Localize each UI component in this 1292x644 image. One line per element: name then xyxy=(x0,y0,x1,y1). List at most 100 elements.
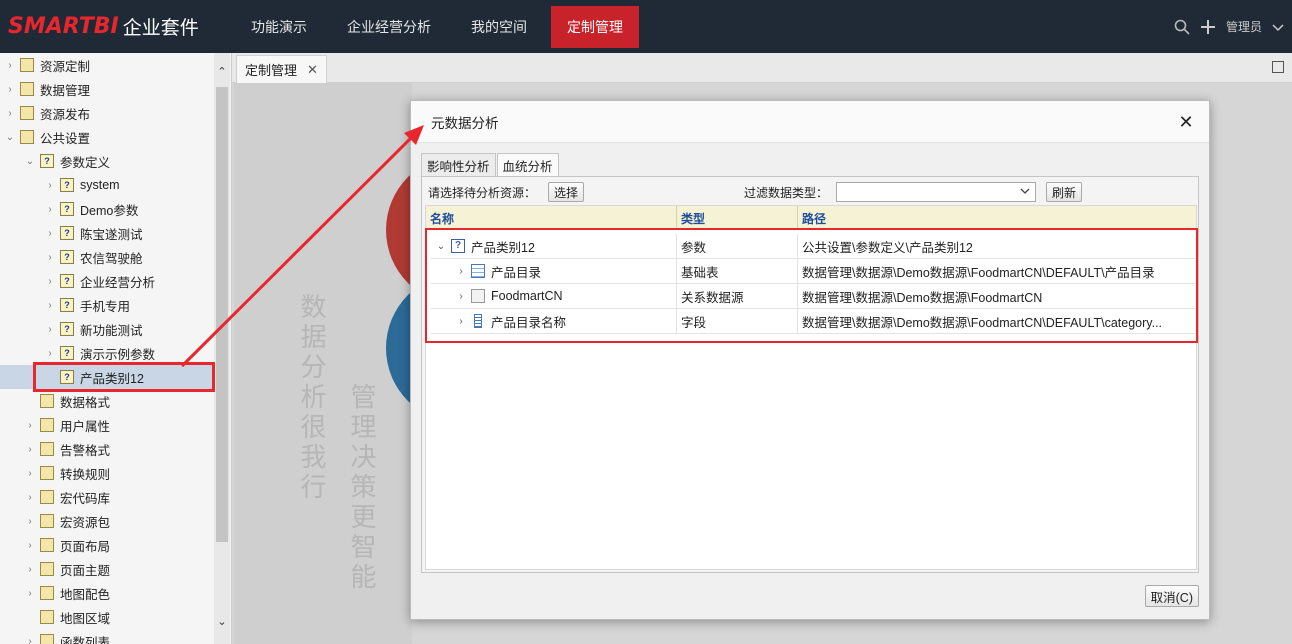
chevron-right-icon[interactable]: › xyxy=(44,324,56,335)
chevron-right-icon[interactable]: › xyxy=(24,564,36,575)
sidebar-item[interactable]: ⌄? 参数定义 xyxy=(0,149,214,173)
resource-tree: › 函数列表 地图区域 › 地图配色 › 页面主题 › 页面布局 › 宏资源包 › 宏代码库 › 转换规则 ›… xyxy=(0,53,232,644)
chevron-right-icon[interactable]: › xyxy=(44,348,56,359)
chevron-right-icon[interactable]: › xyxy=(455,266,467,277)
sidebar-item[interactable]: › 资源发布 xyxy=(0,101,214,125)
filter-type-select[interactable] xyxy=(836,182,1037,202)
chevron-right-icon[interactable]: › xyxy=(44,300,56,311)
sidebar-scrollbar[interactable]: ⌃ ⌄ xyxy=(214,53,230,644)
chevron-right-icon[interactable]: › xyxy=(24,492,36,503)
sidebar-item-label: 陈宝遂测试 xyxy=(80,227,143,242)
sidebar-item[interactable]: ›? 新功能测试 xyxy=(0,317,214,341)
sidebar-item[interactable]: ⌄ 公共设置 xyxy=(0,125,214,149)
sidebar-item[interactable]: ›? 演示示例参数 xyxy=(0,341,214,365)
nav-item-business-analysis[interactable]: 企业经营分析 xyxy=(331,0,447,53)
tab-impact-analysis[interactable]: 影响性分析 xyxy=(421,153,496,177)
sidebar-item[interactable]: ›? 农信驾驶舱 xyxy=(0,245,214,269)
tab-lineage-analysis[interactable]: 血统分析 xyxy=(496,153,559,177)
chevron-right-icon[interactable]: › xyxy=(24,540,36,551)
sidebar-item-label: 公共设置 xyxy=(40,131,91,146)
chevron-down-icon[interactable]: ⌄ xyxy=(4,132,16,143)
column-header-path[interactable]: 路径 xyxy=(798,206,1196,230)
table-row[interactable]: › FoodmartCN 关系数据源 数据管理\数据源\Demo数据源\Foodmar… xyxy=(431,284,1195,309)
sidebar-item[interactable]: › 页面主题 xyxy=(0,557,214,581)
param-icon: ? xyxy=(60,346,74,360)
sidebar-item[interactable]: › 数据管理 xyxy=(0,77,214,101)
alert-icon xyxy=(40,442,54,456)
chevron-right-icon[interactable]: › xyxy=(455,316,467,327)
sidebar-item[interactable]: › 告警格式 xyxy=(0,437,214,461)
layout-icon xyxy=(40,538,54,552)
chevron-right-icon[interactable]: › xyxy=(4,108,16,119)
chevron-right-icon[interactable]: › xyxy=(24,636,36,644)
sidebar-item-label: Demo参数 xyxy=(80,203,139,218)
tab-custom-management[interactable]: 定制管理 ✕ xyxy=(236,55,327,83)
sidebar-item[interactable]: › 函数列表 xyxy=(0,629,214,644)
table-row[interactable]: ⌄? 产品类别12 参数 公共设置\参数定义\产品类别12 xyxy=(431,234,1195,259)
sidebar-item[interactable]: ›? Demo参数 xyxy=(0,197,214,221)
settings-icon xyxy=(20,130,34,144)
chevron-right-icon[interactable]: › xyxy=(24,420,36,431)
dialog-body: 影响性分析 血统分析 请选择待分析资源： 选择 过滤数据类型： 刷新 名称 类型 xyxy=(421,153,1199,573)
add-icon[interactable] xyxy=(1200,19,1216,35)
chevron-right-icon[interactable]: › xyxy=(24,444,36,455)
nav-item-demo[interactable]: 功能演示 xyxy=(235,0,323,53)
sidebar-item[interactable]: › 宏资源包 xyxy=(0,509,214,533)
chevron-right-icon[interactable]: › xyxy=(24,468,36,479)
chevron-right-icon[interactable]: › xyxy=(44,252,56,263)
dialog-tabs: 影响性分析 血统分析 xyxy=(421,153,560,177)
table-row[interactable]: › 产品目录 基础表 数据管理\数据源\Demo数据源\FoodmartCN\DEFA… xyxy=(431,259,1195,284)
select-button[interactable]: 选择 xyxy=(548,182,585,202)
close-icon[interactable]: ✕ xyxy=(1177,113,1195,131)
chevron-down-icon[interactable]: ⌄ xyxy=(435,241,447,252)
sidebar-item[interactable]: ›? 企业经营分析 xyxy=(0,269,214,293)
maximize-icon[interactable] xyxy=(1272,61,1284,73)
chevron-right-icon[interactable]: › xyxy=(24,516,36,527)
table-row[interactable]: › 产品目录名称 字段 数据管理\数据源\Demo数据源\FoodmartCN\DEF… xyxy=(431,309,1195,334)
user-menu[interactable]: 管理员 xyxy=(1226,18,1262,35)
nav-item-my-space[interactable]: 我的空间 xyxy=(455,0,543,53)
sidebar-item[interactable]: ? 产品类别12 xyxy=(0,365,214,389)
refresh-button[interactable]: 刷新 xyxy=(1046,182,1083,202)
sidebar-item[interactable]: › 用户属性 xyxy=(0,413,214,437)
param-icon: ? xyxy=(60,250,74,264)
sidebar-item[interactable]: › 地图配色 xyxy=(0,581,214,605)
chevron-right-icon[interactable]: › xyxy=(44,180,56,191)
chevron-right-icon[interactable]: › xyxy=(44,228,56,239)
sidebar-item-label: 企业经营分析 xyxy=(80,275,156,290)
sidebar-item-label: 地图区域 xyxy=(60,611,111,626)
chevron-right-icon[interactable]: › xyxy=(4,84,16,95)
chevron-right-icon[interactable]: › xyxy=(44,204,56,215)
chevron-right-icon[interactable]: › xyxy=(44,276,56,287)
grid-header: 名称 类型 路径 xyxy=(426,206,1196,230)
chevron-right-icon[interactable]: › xyxy=(24,588,36,599)
sidebar-item[interactable]: ›? 手机专用 xyxy=(0,293,214,317)
sidebar-item[interactable]: ›? system xyxy=(0,173,214,197)
sidebar-item[interactable]: › 资源定制 xyxy=(0,53,214,77)
hand-icon xyxy=(40,418,54,432)
sidebar-item[interactable]: ›? 陈宝遂测试 xyxy=(0,221,214,245)
logo: SMARTBI 企业套件 xyxy=(0,0,232,53)
sidebar-item[interactable]: › 宏代码库 xyxy=(0,485,214,509)
cancel-button[interactable]: 取消(C) xyxy=(1144,585,1199,607)
main-nav: 功能演示 企业经营分析 我的空间 定制管理 xyxy=(235,0,647,53)
chevron-right-icon[interactable]: › xyxy=(4,60,16,71)
column-header-type[interactable]: 类型 xyxy=(677,206,797,230)
chevron-down-icon[interactable] xyxy=(1272,21,1284,33)
search-icon[interactable] xyxy=(1174,19,1190,35)
scroll-up-icon[interactable]: ⌃ xyxy=(214,65,230,81)
sidebar-item[interactable]: 数据格式 xyxy=(0,389,214,413)
tab-close-icon[interactable]: ✕ xyxy=(307,62,318,78)
scroll-thumb[interactable] xyxy=(216,87,228,542)
sidebar-item-label: 产品类别12 xyxy=(80,371,144,386)
column-header-name[interactable]: 名称 xyxy=(426,206,676,230)
sidebar-item[interactable]: 地图区域 xyxy=(0,605,214,629)
cell-name: 产品类别12 xyxy=(471,240,535,255)
chevron-down-icon[interactable]: ⌄ xyxy=(24,156,36,167)
sidebar-item[interactable]: › 页面布局 xyxy=(0,533,214,557)
nav-item-custom-management[interactable]: 定制管理 xyxy=(551,5,639,48)
scroll-down-icon[interactable]: ⌄ xyxy=(214,615,230,631)
sidebar-item[interactable]: › 转换规则 xyxy=(0,461,214,485)
cell-name: FoodmartCN xyxy=(491,289,563,303)
chevron-right-icon[interactable]: › xyxy=(455,291,467,302)
